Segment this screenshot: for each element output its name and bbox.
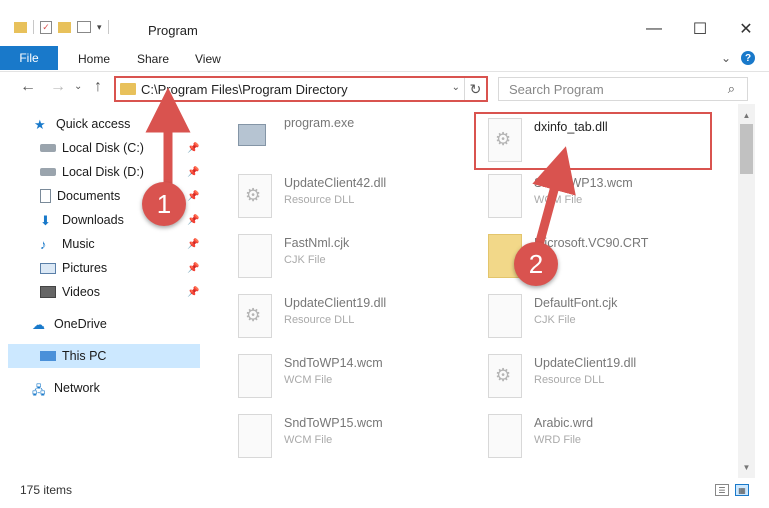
callout-1: 1 [142, 182, 186, 226]
callout-2: 2 [514, 242, 558, 286]
annotation-arrows [145, 87, 576, 258]
